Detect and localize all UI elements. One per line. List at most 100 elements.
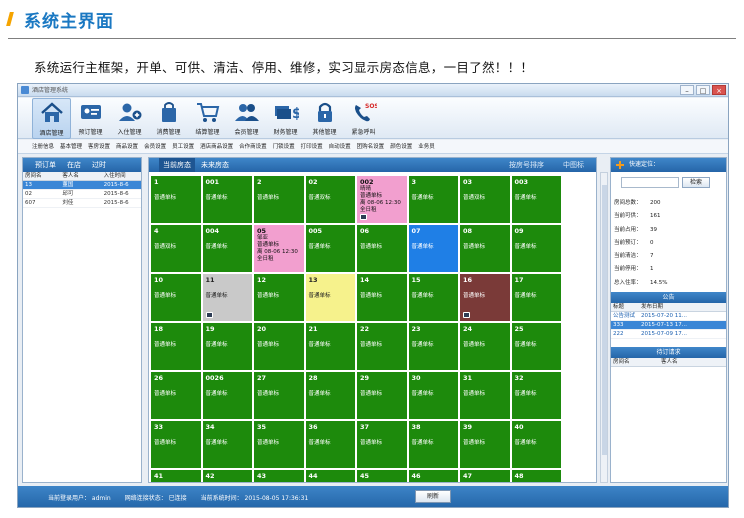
room-tile[interactable]: 17 普通单标	[511, 274, 561, 321]
announcement-row[interactable]: 222 2015-07-09 17...	[611, 330, 726, 340]
tab-current-status[interactable]: 当前房态	[159, 158, 195, 172]
room-tile[interactable]: 45	[357, 470, 407, 482]
menu-item[interactable]: 酒店商品设置	[200, 140, 233, 153]
room-tile[interactable]: 002 晴晴 普通单标离 08-06 12:30 全日租	[357, 176, 407, 223]
scrollbar-thumb[interactable]	[602, 185, 607, 455]
table-row[interactable]: 13 董国 2015-8-6	[23, 181, 141, 190]
room-tile[interactable]: 35 普通单标	[254, 421, 304, 468]
room-tile[interactable]: 20 普通单标	[254, 323, 304, 370]
toolbar-consumption-management[interactable]: 消费管理	[149, 98, 188, 139]
room-tile[interactable]: 15 普通单标	[408, 274, 458, 321]
room-tile[interactable]: 18 普通单标	[151, 323, 201, 370]
icon-size-selector[interactable]: 中图标	[563, 158, 584, 172]
room-tile[interactable]: 2 普通单标	[254, 176, 304, 223]
menu-item[interactable]: 客房设置	[88, 140, 110, 153]
quick-locate-input[interactable]	[621, 177, 679, 188]
menu-item[interactable]: 基本管理	[60, 140, 82, 153]
toolbar-emergency-call[interactable]: SOS 紧急呼叫	[344, 98, 383, 139]
column-header[interactable]: 房间名	[611, 358, 661, 366]
announcement-row[interactable]: 公告测试 2015-07-20 11...	[611, 312, 726, 322]
room-tile[interactable]: 32 普通单标	[511, 372, 561, 419]
room-tile[interactable]: 005 普通单标	[305, 225, 355, 272]
close-button[interactable]: ×	[712, 85, 726, 95]
room-tile[interactable]: 12 普通单标	[254, 274, 304, 321]
menu-item[interactable]: 会员设置	[144, 140, 166, 153]
room-tile[interactable]: 40 普通单标	[511, 421, 561, 468]
column-header[interactable]: 发布日期	[641, 303, 719, 311]
room-tile[interactable]: 03 普通双标	[460, 176, 510, 223]
room-tile[interactable]: 24 普通单标	[460, 323, 510, 370]
room-tile[interactable]: 0026 普通单标	[202, 372, 252, 419]
room-tile[interactable]: 47	[460, 470, 510, 482]
room-tile[interactable]: 004 普通单标	[202, 225, 252, 272]
room-tile[interactable]: 11 普通单标	[202, 274, 252, 321]
room-tile[interactable]: 26 普通单标	[151, 372, 201, 419]
room-tile[interactable]: 10 普通单标	[151, 274, 201, 321]
room-tile[interactable]: 29 普通单标	[357, 372, 407, 419]
room-tile[interactable]: 13 普通单标	[305, 274, 355, 321]
room-tile[interactable]: 43	[254, 470, 304, 482]
room-tile[interactable]: 22 普通单标	[357, 323, 407, 370]
room-tile[interactable]: 31 普通单标	[460, 372, 510, 419]
menu-item[interactable]: 颜色设置	[390, 140, 412, 153]
menu-item[interactable]: 团购名设置	[357, 140, 385, 153]
room-tile[interactable]: 42	[202, 470, 252, 482]
room-tile[interactable]: 19 普通单标	[202, 323, 252, 370]
column-header[interactable]: 客人名	[62, 172, 103, 180]
room-tile[interactable]: 36 普通单标	[305, 421, 355, 468]
menu-item[interactable]: 门锁设置	[273, 140, 295, 153]
room-tile[interactable]: 39 普通单标	[460, 421, 510, 468]
room-tile[interactable]: 16 普通单标	[460, 274, 510, 321]
menu-item[interactable]: 合作商设置	[239, 140, 267, 153]
menu-item[interactable]: 打印设置	[301, 140, 323, 153]
toolbar-checkin-management[interactable]: 入住管理	[110, 98, 149, 139]
menu-item[interactable]: 业务员	[418, 140, 435, 153]
room-tile[interactable]: 48	[511, 470, 561, 482]
table-row[interactable]: 607 刘佳 2015-8-6	[23, 199, 141, 208]
room-tile[interactable]: 38 普通单标	[408, 421, 458, 468]
room-tile[interactable]: 09 普通单标	[511, 225, 561, 272]
toolbar-finance-management[interactable]: $ 财务管理	[266, 98, 305, 139]
tab-in-house[interactable]: 在店	[67, 158, 81, 172]
tab-future-status[interactable]: 未来房态	[201, 158, 229, 172]
column-header[interactable]: 房间名	[23, 172, 62, 180]
room-tile[interactable]: 07 普通单标	[408, 225, 458, 272]
search-button[interactable]: 检索	[682, 177, 710, 188]
toolbar-hotel-management[interactable]: 酒店管理	[32, 98, 71, 139]
column-header[interactable]: 标题	[611, 303, 641, 311]
room-tile[interactable]: 34 普通单标	[202, 421, 252, 468]
room-tile[interactable]: 25 普通单标	[511, 323, 561, 370]
tab-overdue[interactable]: 过时	[92, 158, 106, 172]
room-tile[interactable]: 06 普通单标	[357, 225, 407, 272]
room-tile[interactable]: 46	[408, 470, 458, 482]
maximize-button[interactable]: □	[696, 85, 710, 95]
room-tile[interactable]: 05 邹亚 普通单标离 08-06 12:30 全日租	[254, 225, 304, 272]
announcement-row[interactable]: 333 2015-07-13 17...	[611, 321, 726, 331]
menu-item[interactable]: 员工设置	[172, 140, 194, 153]
room-tile[interactable]: 001 普通单标	[202, 176, 252, 223]
toolbar-member-management[interactable]: 会员管理	[227, 98, 266, 139]
minimize-button[interactable]: –	[680, 85, 694, 95]
room-tile[interactable]: 4 普通双标	[151, 225, 201, 272]
room-tile[interactable]: 37 普通单标	[357, 421, 407, 468]
room-tile[interactable]: 44	[305, 470, 355, 482]
room-tile[interactable]: 21 普通单标	[305, 323, 355, 370]
room-tile[interactable]: 41	[151, 470, 201, 482]
room-board-scrollbar[interactable]	[600, 172, 608, 483]
toolbar-settlement-management[interactable]: 结算管理	[188, 98, 227, 139]
room-tile[interactable]: 02 普通双标	[305, 176, 355, 223]
room-tile[interactable]: 23 普通单标	[408, 323, 458, 370]
room-tile[interactable]: 27 普通单标	[254, 372, 304, 419]
menu-item[interactable]: 注册信息	[32, 140, 54, 153]
room-tile[interactable]: 1 普通单标	[151, 176, 201, 223]
room-tile[interactable]: 28 普通单标	[305, 372, 355, 419]
room-tile[interactable]: 3 普通单标	[408, 176, 458, 223]
room-tile[interactable]: 08 普通单标	[460, 225, 510, 272]
toolbar-other-management[interactable]: 其他管理	[305, 98, 344, 139]
toolbar-booking-management[interactable]: 预订管理	[71, 98, 110, 139]
room-tile[interactable]: 14 普通单标	[357, 274, 407, 321]
column-header[interactable]: 客人名	[661, 358, 719, 366]
sort-by-room-number[interactable]: 按房号排序	[509, 158, 544, 172]
refresh-button[interactable]: 刷新	[415, 490, 451, 503]
menu-item[interactable]: 商品设置	[116, 140, 138, 153]
